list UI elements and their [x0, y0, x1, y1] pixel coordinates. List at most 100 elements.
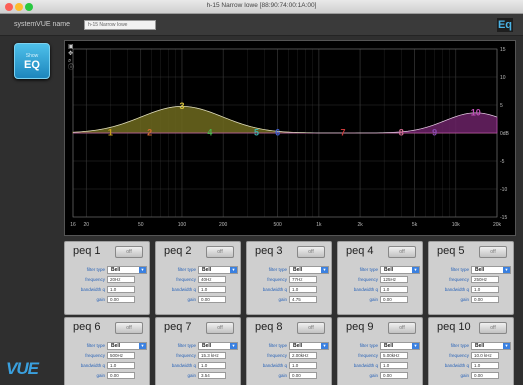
eq-graph-canvas[interactable]: 16 20 50 100 200 500 1k 2k 5k 10k 20k151050dB-5-10…: [65, 41, 515, 235]
filter-type-select[interactable]: Bell ▼: [107, 342, 147, 350]
bandwidth-field[interactable]: 1.0: [471, 362, 499, 369]
filter-type-value: Bell: [475, 343, 485, 349]
gain-field[interactable]: 0.00: [380, 372, 408, 379]
peq-name: peq 1: [73, 245, 101, 257]
gain-field[interactable]: 4.75: [289, 296, 317, 303]
gain-field[interactable]: 0.00: [471, 296, 499, 303]
filter-type-row: filter type Bell ▼: [429, 342, 515, 350]
peq-name: peq 2: [164, 245, 192, 257]
frequency-field[interactable]: 2.00kHz: [289, 352, 317, 359]
bandwidth-field[interactable]: 1.0: [380, 362, 408, 369]
band-node-5[interactable]: 5: [254, 128, 259, 138]
filter-type-select[interactable]: Bell ▼: [107, 266, 147, 274]
chevron-down-icon: ▼: [230, 343, 237, 349]
chevron-down-icon: ▼: [139, 267, 146, 273]
frequency-label: frequency: [176, 353, 196, 358]
band-node-8[interactable]: 8: [399, 128, 404, 138]
frequency-field[interactable]: 20Hz: [107, 276, 135, 283]
band-node-4[interactable]: 4: [207, 128, 212, 138]
bandwidth-field[interactable]: 1.0: [289, 286, 317, 293]
filter-type-select[interactable]: Bell ▼: [198, 342, 238, 350]
frequency-field[interactable]: 15.3 kHz: [198, 352, 226, 359]
gain-label: gain: [369, 297, 378, 302]
db-tick-label: 10: [500, 75, 506, 81]
gain-field[interactable]: 0.00: [289, 372, 317, 379]
bandwidth-field[interactable]: 1.0: [380, 286, 408, 293]
freq-tick-label: 20k: [493, 222, 502, 228]
band-node-3[interactable]: 3: [179, 101, 184, 111]
gain-row: gain 3.54: [156, 372, 242, 380]
bandwidth-row: bandwidth q 1.0: [338, 362, 424, 370]
gain-label: gain: [96, 373, 105, 378]
peq-panel-6: peq 6 off filter type Bell ▼ frequency 500Hz ba…: [64, 317, 150, 385]
bandwidth-field[interactable]: 1.0: [198, 362, 226, 369]
db-tick-label: -10: [500, 187, 507, 193]
gain-label: gain: [96, 297, 105, 302]
filter-type-label: filter type: [450, 343, 469, 348]
filter-type-label: filter type: [359, 343, 378, 348]
bandwidth-field[interactable]: 1.0: [289, 362, 317, 369]
band-node-7[interactable]: 7: [340, 128, 345, 138]
eq-response-graph[interactable]: 16 20 50 100 200 500 1k 2k 5k 10k 20k 15 10 5 0dB -5 -10…: [64, 40, 516, 236]
system-name-input[interactable]: h-15 Narrow Iowe: [84, 20, 156, 30]
peq-toggle-button[interactable]: off: [388, 322, 416, 334]
frequency-field[interactable]: 500Hz: [107, 352, 135, 359]
bandwidth-field[interactable]: 1.0: [198, 286, 226, 293]
chevron-down-icon: ▼: [321, 267, 328, 273]
bandwidth-row: bandwidth q 1.0: [247, 362, 333, 370]
filter-type-select[interactable]: Bell ▼: [289, 342, 329, 350]
band-node-9[interactable]: 9: [432, 128, 437, 138]
peq-toggle-button[interactable]: off: [479, 246, 507, 258]
frequency-label: frequency: [358, 353, 378, 358]
bandwidth-label: bandwidth q: [444, 363, 469, 368]
gain-field[interactable]: 0.00: [107, 372, 135, 379]
frequency-row: frequency 5.00kHz: [338, 352, 424, 360]
frequency-field[interactable]: 10.0 kHz: [471, 352, 499, 359]
gain-field[interactable]: 0.00: [471, 372, 499, 379]
peq-toggle-button[interactable]: off: [115, 246, 143, 258]
frequency-field[interactable]: 125Hz: [380, 276, 408, 283]
filter-type-select[interactable]: Bell ▼: [289, 266, 329, 274]
gain-label: gain: [187, 297, 196, 302]
show-eq-button[interactable]: Show EQ: [14, 43, 50, 79]
frequency-row: frequency 2.00kHz: [247, 352, 333, 360]
band-node-10[interactable]: 10: [471, 107, 481, 117]
peq-name: peq 6: [73, 321, 101, 333]
peq-toggle-button[interactable]: off: [206, 246, 234, 258]
filter-type-select[interactable]: Bell ▼: [380, 342, 420, 350]
filter-type-select[interactable]: Bell ▼: [198, 266, 238, 274]
peq-toggle-button[interactable]: off: [115, 322, 143, 334]
freq-tick-label: 100: [178, 222, 187, 228]
peq-name: peq 9: [346, 321, 374, 333]
band-node-2[interactable]: 2: [147, 128, 152, 138]
gain-field[interactable]: 3.54: [198, 372, 226, 379]
bandwidth-field[interactable]: 1.0: [107, 286, 135, 293]
window-title: h-15 Narrow Iowe [88:90:74:00:1A:00]: [206, 2, 317, 9]
gain-field[interactable]: 0.00: [107, 296, 135, 303]
peq-panel-8: peq 8 off filter type Bell ▼ frequency 2.00kHz…: [246, 317, 332, 385]
peq-toggle-button[interactable]: off: [388, 246, 416, 258]
bandwidth-field[interactable]: 1.0: [107, 362, 135, 369]
frequency-field[interactable]: 250Hz: [471, 276, 499, 283]
frequency-field[interactable]: 40Hz: [198, 276, 226, 283]
frequency-field[interactable]: 77Hz: [289, 276, 317, 283]
peq-panel-10: peq 10 off filter type Bell ▼ frequency 10.0 k…: [428, 317, 514, 385]
band-node-1[interactable]: 1: [108, 128, 113, 138]
filter-type-select[interactable]: Bell ▼: [380, 266, 420, 274]
info-icon[interactable]: ⓘ: [68, 65, 74, 71]
peq-toggle-button[interactable]: off: [206, 322, 234, 334]
filter-type-select[interactable]: Bell ▼: [471, 342, 511, 350]
gain-field[interactable]: 0.00: [198, 296, 226, 303]
freq-tick-label: 2k: [357, 222, 363, 228]
band-node-6[interactable]: 6: [275, 128, 280, 138]
freq-tick-label: 10k: [452, 222, 461, 228]
bandwidth-field[interactable]: 1.0: [471, 286, 499, 293]
filter-type-select[interactable]: Bell ▼: [471, 266, 511, 274]
vue-logo: VUE: [6, 359, 39, 378]
peq-toggle-button[interactable]: off: [297, 322, 325, 334]
peq-toggle-button[interactable]: off: [479, 322, 507, 334]
gain-field[interactable]: 0.00: [380, 296, 408, 303]
peq-toggle-button[interactable]: off: [297, 246, 325, 258]
filter-type-value: Bell: [384, 267, 394, 273]
frequency-field[interactable]: 5.00kHz: [380, 352, 408, 359]
